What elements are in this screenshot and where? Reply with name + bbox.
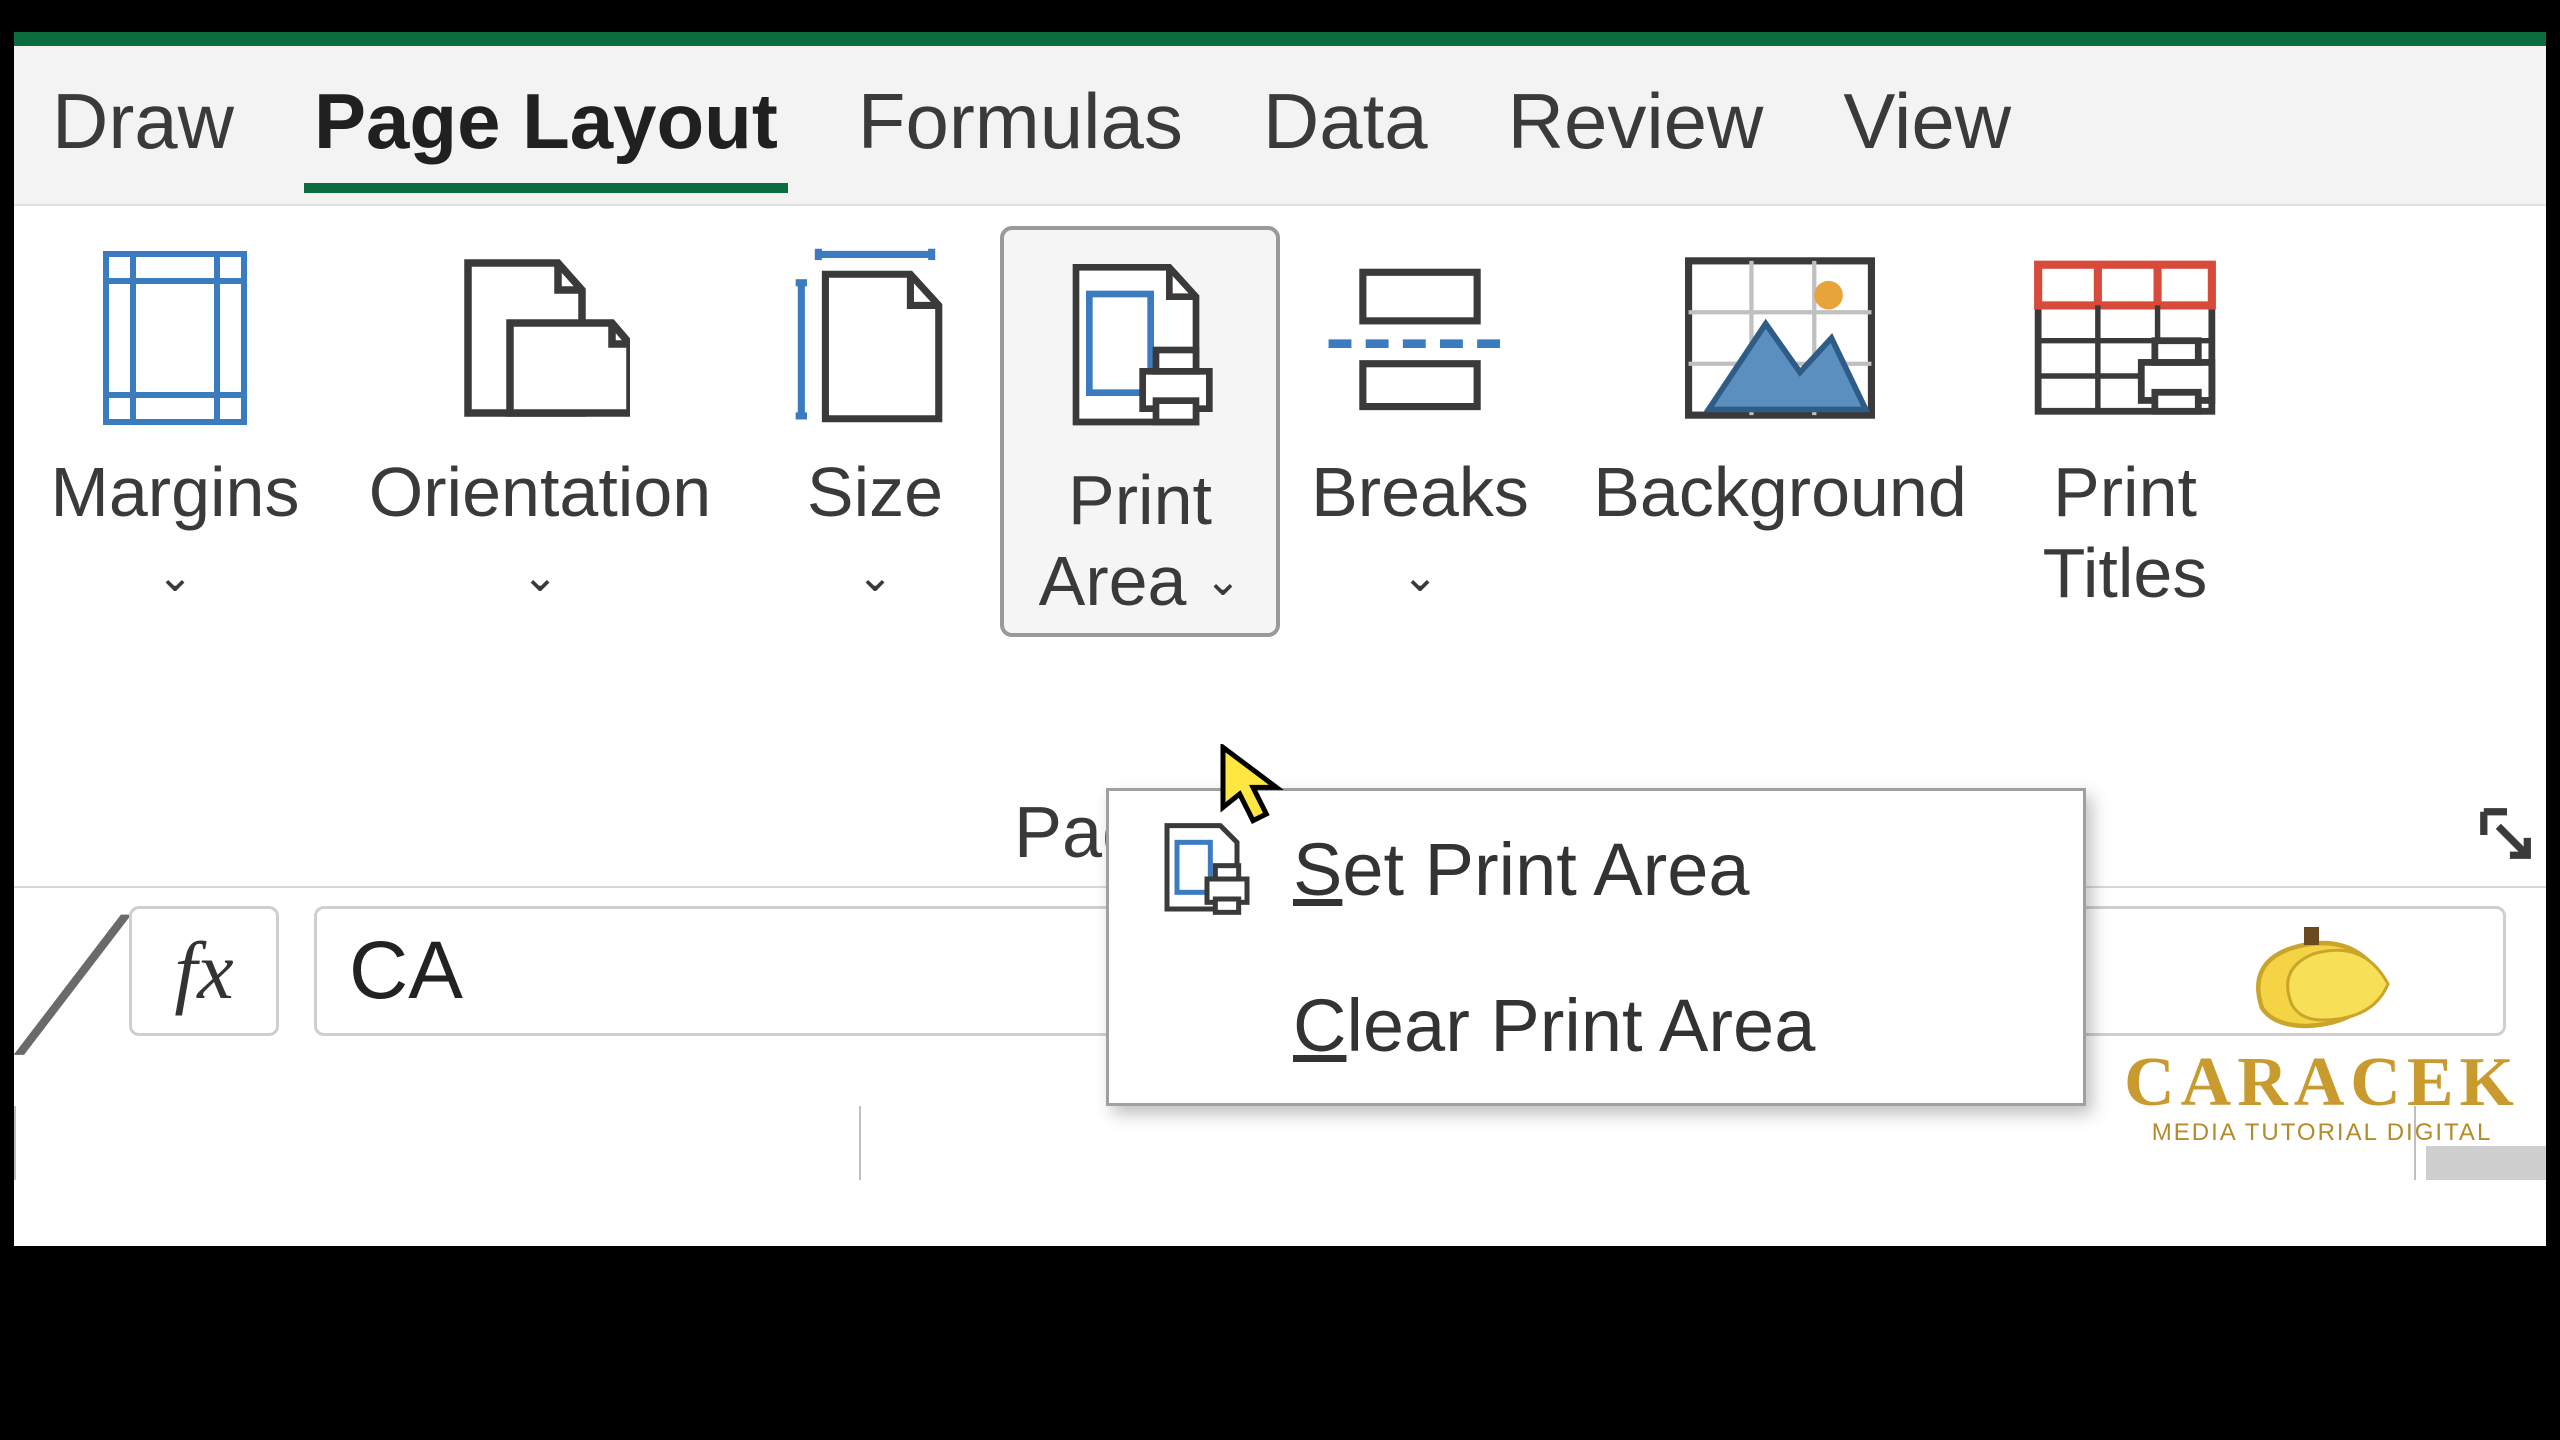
orientation-label: Orientation bbox=[369, 452, 711, 533]
set-print-area-icon bbox=[1157, 819, 1257, 919]
clear-print-area-item[interactable]: Clear Print Area bbox=[1109, 947, 2083, 1103]
set-print-area-label: Set Print Area bbox=[1293, 827, 1750, 912]
size-label: Size bbox=[807, 452, 943, 533]
tab-review[interactable]: Review bbox=[1498, 56, 1774, 195]
mouse-cursor-icon bbox=[1218, 744, 1288, 829]
orientation-icon bbox=[450, 238, 630, 438]
breaks-button[interactable]: Breaks ⌄ bbox=[1280, 226, 1560, 610]
background-button[interactable]: Background bbox=[1560, 226, 2000, 541]
tab-draw[interactable]: Draw bbox=[42, 56, 244, 195]
tab-view[interactable]: View bbox=[1833, 56, 2021, 195]
background-label: Background bbox=[1593, 452, 1967, 533]
tab-page-layout[interactable]: Page Layout bbox=[304, 56, 788, 195]
app-outer-frame: Draw Page Layout Formulas Data Review Vi… bbox=[0, 28, 2560, 1268]
print-titles-label-line2: Titles bbox=[2043, 533, 2208, 614]
breaks-icon bbox=[1320, 238, 1520, 438]
print-area-icon bbox=[1060, 246, 1220, 446]
print-area-label-line1: Print bbox=[1068, 460, 1212, 541]
clear-print-area-icon-placeholder bbox=[1157, 975, 1257, 1075]
clear-print-area-label: Clear Print Area bbox=[1293, 983, 1815, 1068]
tab-data[interactable]: Data bbox=[1253, 56, 1438, 195]
chevron-down-icon: ⌄ bbox=[857, 551, 894, 602]
breaks-label: Breaks bbox=[1311, 452, 1529, 533]
dialog-launcher-icon[interactable] bbox=[2478, 806, 2536, 864]
ribbon-tabs-bar: Draw Page Layout Formulas Data Review Vi… bbox=[14, 46, 2546, 206]
size-button[interactable]: Size ⌄ bbox=[750, 226, 1000, 610]
insert-function-button[interactable]: fx bbox=[129, 906, 279, 1036]
print-area-label-line2: Area bbox=[1039, 541, 1187, 622]
margins-label: Margins bbox=[51, 452, 300, 533]
chevron-down-icon: ⌄ bbox=[522, 551, 559, 602]
chevron-down-icon: ⌄ bbox=[1205, 555, 1242, 606]
chevron-down-icon: ⌄ bbox=[1402, 551, 1439, 602]
tab-formulas[interactable]: Formulas bbox=[848, 56, 1193, 195]
print-area-dropdown: Set Print Area Clear Print Area bbox=[1106, 788, 2086, 1106]
chevron-down-icon: ⌄ bbox=[157, 551, 194, 602]
margins-button[interactable]: Margins ⌄ bbox=[20, 226, 330, 610]
margins-icon bbox=[100, 238, 250, 438]
title-bar-accent bbox=[14, 32, 2546, 46]
background-icon bbox=[1680, 238, 1880, 438]
print-titles-label-line1: Print bbox=[2053, 452, 2197, 533]
horizontal-scroll-thumb[interactable] bbox=[2426, 1146, 2546, 1180]
page-size-icon bbox=[790, 238, 960, 438]
print-titles-button[interactable]: Print Titles bbox=[2000, 226, 2250, 621]
worksheet-column-headers bbox=[14, 1106, 2546, 1180]
print-titles-icon bbox=[2030, 238, 2220, 438]
print-area-button[interactable]: Print Area ⌄ bbox=[1000, 226, 1280, 637]
orientation-button[interactable]: Orientation ⌄ bbox=[330, 226, 750, 610]
cancel-edit-icon[interactable]: ╱ bbox=[26, 916, 98, 1055]
